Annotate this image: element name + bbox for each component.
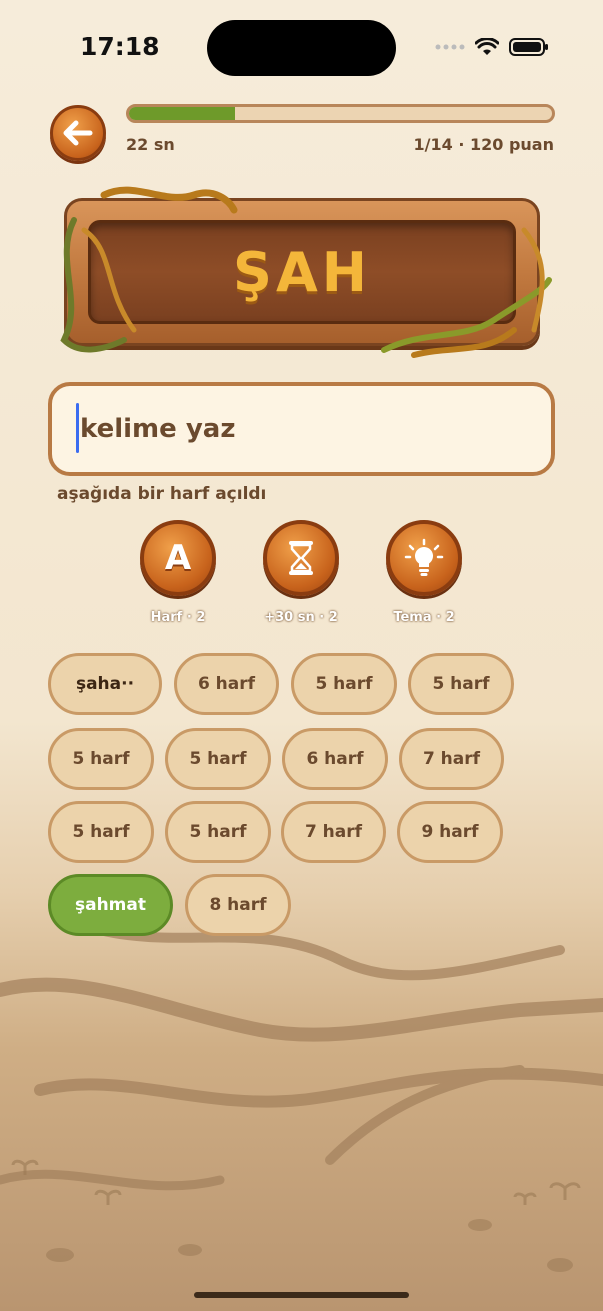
letter-a-icon: A xyxy=(164,538,192,578)
word-chip-partial[interactable]: şaha·· xyxy=(48,653,162,715)
powerup-theme-button[interactable] xyxy=(386,520,462,596)
word-chip-hidden[interactable]: 6 harf xyxy=(282,728,388,790)
status-bar: 17:18 xyxy=(0,0,603,96)
word-chip-hidden[interactable]: 5 harf xyxy=(165,801,271,863)
powerup-theme[interactable]: Tema · 2 xyxy=(379,520,469,625)
hint-text: aşağıda bir harf açıldı xyxy=(57,484,267,504)
word-chip-hidden[interactable]: 8 harf xyxy=(185,874,291,936)
score-text: 1/14 · 120 puan xyxy=(413,135,554,154)
timer-text: 22 sn xyxy=(126,135,175,154)
word-chip-hidden[interactable]: 7 harf xyxy=(281,801,386,863)
powerup-time[interactable]: +30 sn · 2 xyxy=(256,520,346,625)
powerup-letter[interactable]: A Harf · 2 xyxy=(133,520,223,625)
powerup-time-button[interactable] xyxy=(263,520,339,596)
time-progress-fill xyxy=(129,107,235,120)
word-chip-hidden[interactable]: 5 harf xyxy=(165,728,271,790)
powerup-letter-button[interactable]: A xyxy=(140,520,216,596)
word-chip-hidden[interactable]: 5 harf xyxy=(48,728,154,790)
text-caret xyxy=(76,403,79,453)
powerup-letter-label: Harf · 2 xyxy=(150,610,206,625)
wifi-icon xyxy=(475,38,499,55)
word-sign: ŞAH xyxy=(44,180,560,365)
dynamic-island xyxy=(207,20,396,76)
word-chip-hidden[interactable]: 7 harf xyxy=(399,728,504,790)
word-input[interactable] xyxy=(48,382,555,476)
word-chip-hidden[interactable]: 5 harf xyxy=(408,653,514,715)
home-indicator xyxy=(194,1292,409,1298)
hourglass-icon xyxy=(289,541,313,575)
word-chip-hidden[interactable]: 5 harf xyxy=(291,653,397,715)
status-time: 17:18 xyxy=(80,32,160,61)
arrow-left-icon xyxy=(63,120,93,146)
powerup-theme-label: Tema · 2 xyxy=(393,610,455,625)
battery-icon xyxy=(509,38,548,56)
time-progress-bar xyxy=(126,104,555,123)
vine-decoration xyxy=(60,186,552,358)
cellular-signal-icon xyxy=(435,44,465,50)
word-chip-hidden[interactable]: 9 harf xyxy=(397,801,503,863)
word-chip-solved[interactable]: şahmat xyxy=(48,874,173,936)
status-icons xyxy=(435,37,549,57)
word-chip-hidden[interactable]: 6 harf xyxy=(174,653,279,715)
word-chip-hidden[interactable]: 5 harf xyxy=(48,801,154,863)
lightbulb-icon xyxy=(404,538,444,576)
back-button[interactable] xyxy=(50,105,106,161)
powerup-time-label: +30 sn · 2 xyxy=(264,610,338,625)
